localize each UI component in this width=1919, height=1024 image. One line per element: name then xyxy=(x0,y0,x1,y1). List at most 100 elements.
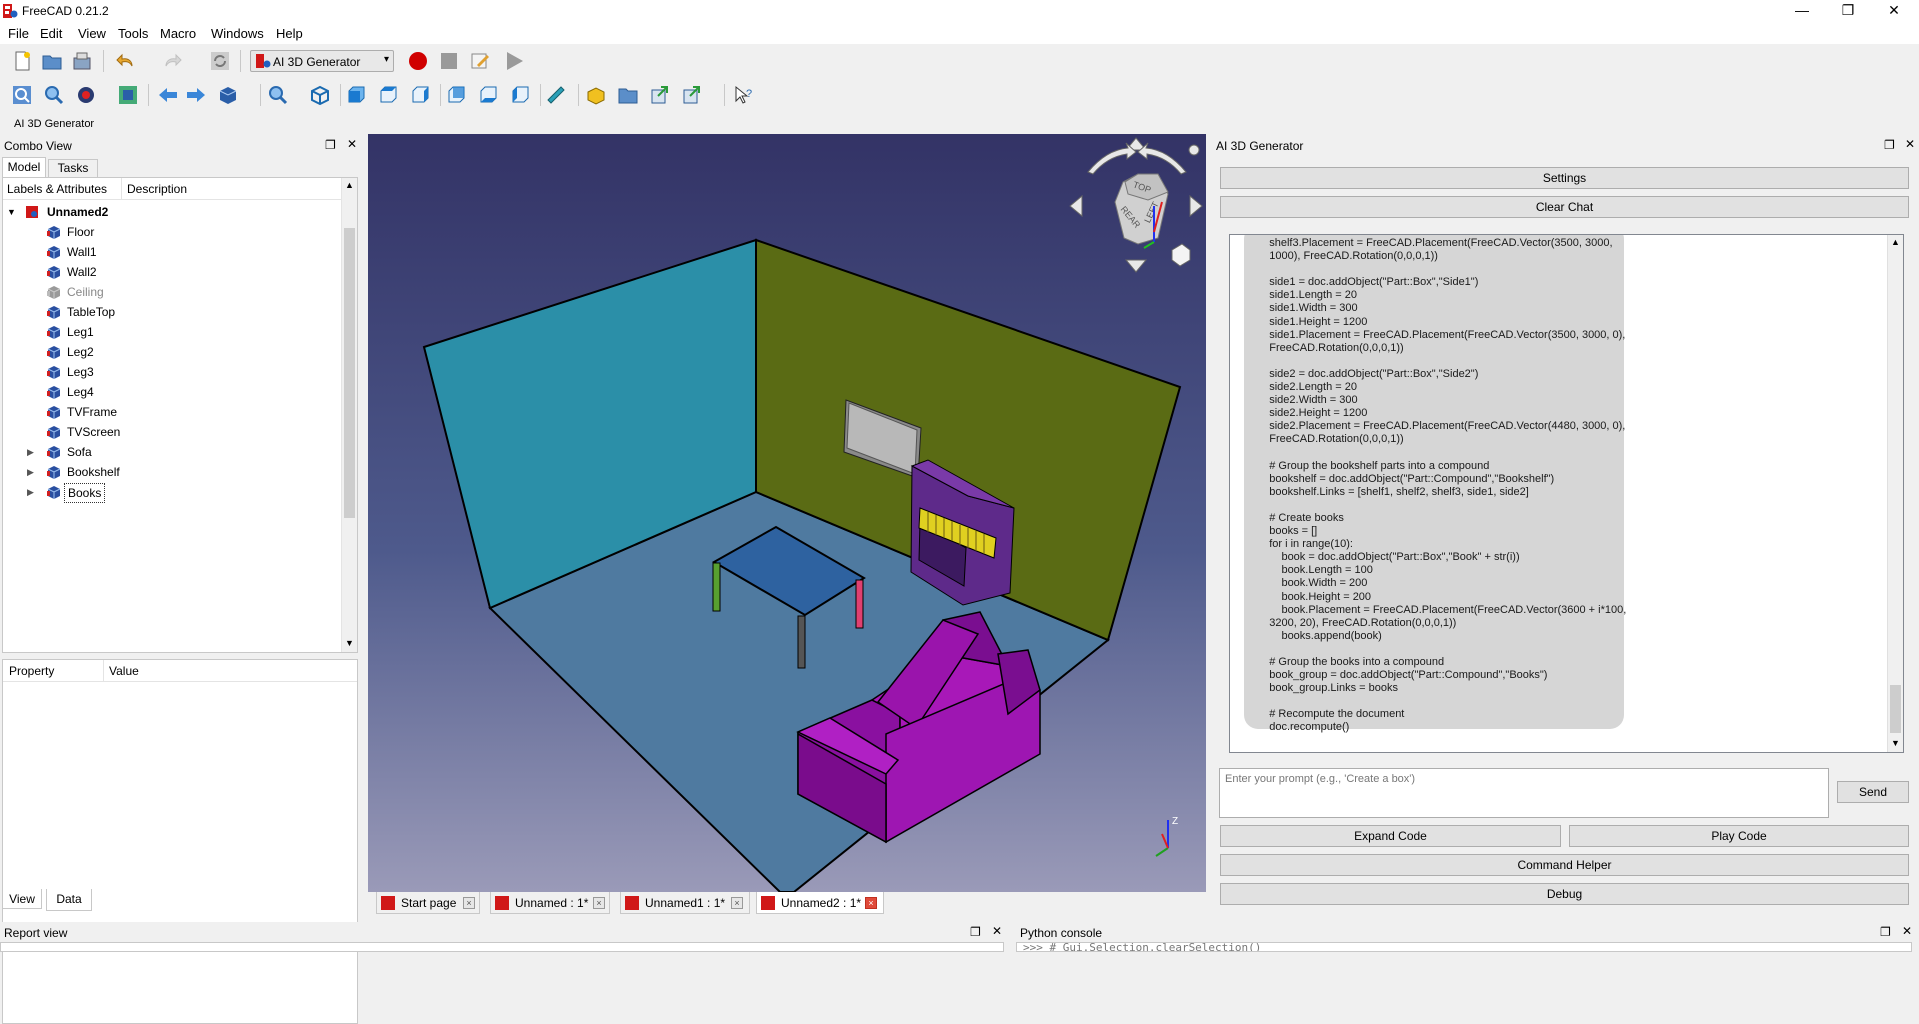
tab-unnamed1[interactable]: Unnamed1 : 1* × xyxy=(620,892,750,914)
whats-this-button[interactable]: ? xyxy=(732,83,756,107)
tab-start-page[interactable]: Start page × xyxy=(376,892,480,914)
back-button[interactable] xyxy=(156,83,180,107)
save-document-button[interactable] xyxy=(70,49,94,73)
column-value[interactable]: Value xyxy=(109,664,139,678)
chat-scrollbar[interactable]: ▲ ▼ xyxy=(1887,235,1903,752)
create-group-button[interactable] xyxy=(616,83,640,107)
menu-file[interactable]: File xyxy=(8,26,29,41)
scrollbar-thumb[interactable] xyxy=(344,228,355,518)
view-top-button[interactable] xyxy=(376,83,400,107)
view-front-button[interactable] xyxy=(344,83,368,107)
expand-arrow-icon[interactable]: ▶ xyxy=(27,442,34,462)
zoom-button[interactable] xyxy=(266,83,290,107)
view-right-button[interactable] xyxy=(408,83,432,107)
refresh-button[interactable] xyxy=(208,49,232,73)
macro-stop-button[interactable] xyxy=(437,49,461,73)
column-description[interactable]: Description xyxy=(127,182,187,196)
tab-model[interactable]: Model xyxy=(2,157,46,177)
menu-tools[interactable]: Tools xyxy=(118,26,148,41)
expand-arrow-icon[interactable]: ▼ xyxy=(7,202,16,222)
tree-item-books[interactable]: ▶ Books xyxy=(3,482,339,503)
workbench-selector[interactable]: AI 3D Generator ▾ xyxy=(250,50,394,72)
view-isometric-button[interactable] xyxy=(308,83,332,107)
chat-history[interactable]: shelf3.Placement = FreeCAD.Placement(Fre… xyxy=(1229,234,1904,753)
column-labels-attributes[interactable]: Labels & Attributes xyxy=(7,182,107,196)
macro-edit-button[interactable] xyxy=(468,49,492,73)
close-window-button[interactable]: ✕ xyxy=(1871,0,1917,22)
tab-tasks[interactable]: Tasks xyxy=(48,159,98,177)
float-panel-icon[interactable]: ❐ xyxy=(325,138,336,152)
leg3-shape[interactable] xyxy=(797,615,806,669)
menu-edit[interactable]: Edit xyxy=(40,26,62,41)
redo-button[interactable] xyxy=(160,49,184,73)
close-panel-icon[interactable]: ✕ xyxy=(992,924,1002,938)
column-property[interactable]: Property xyxy=(9,664,54,678)
scroll-down-icon[interactable]: ▼ xyxy=(1891,738,1900,748)
tree-item-leg1[interactable]: Leg1 xyxy=(3,322,339,342)
float-panel-icon[interactable]: ❐ xyxy=(1880,925,1891,939)
debug-button[interactable]: Debug xyxy=(1220,883,1909,905)
send-button[interactable]: Send xyxy=(1837,781,1909,803)
tree-scrollbar[interactable]: ▲ ▼ xyxy=(341,178,357,652)
leg1-shape[interactable] xyxy=(712,562,721,612)
scroll-down-icon[interactable]: ▼ xyxy=(345,638,354,648)
ai-toolbar-label[interactable]: AI 3D Generator xyxy=(14,118,94,130)
forward-button[interactable] xyxy=(184,83,208,107)
undo-button[interactable] xyxy=(114,49,138,73)
expand-arrow-icon[interactable]: ▶ xyxy=(27,462,34,482)
std-views-button[interactable] xyxy=(216,83,240,107)
clear-chat-button[interactable]: Clear Chat xyxy=(1220,196,1909,218)
create-part-button[interactable] xyxy=(584,83,608,107)
view-rear-button[interactable] xyxy=(444,83,468,107)
view-left-button[interactable] xyxy=(508,83,532,107)
scroll-up-icon[interactable]: ▲ xyxy=(1891,237,1900,247)
close-panel-icon[interactable]: ✕ xyxy=(1905,137,1915,151)
macro-record-button[interactable] xyxy=(406,49,430,73)
settings-button[interactable]: Settings xyxy=(1220,167,1909,189)
scroll-up-icon[interactable]: ▲ xyxy=(345,180,354,190)
command-helper-button[interactable]: Command Helper xyxy=(1220,854,1909,876)
make-link-button[interactable] xyxy=(648,83,672,107)
expand-code-button[interactable]: Expand Code xyxy=(1220,825,1561,847)
scene-canvas[interactable]: TOP REAR LEFT Z xyxy=(368,134,1206,892)
minimize-button[interactable]: — xyxy=(1779,0,1825,22)
tab-data[interactable]: Data xyxy=(46,889,92,911)
fit-all-button[interactable] xyxy=(10,83,34,107)
tab-unnamed2[interactable]: Unnamed2 : 1* × xyxy=(756,892,884,914)
chat-scrollbar-thumb[interactable] xyxy=(1890,685,1901,733)
new-document-button[interactable] xyxy=(10,49,34,73)
close-tab-icon[interactable]: × xyxy=(463,897,475,909)
menu-help[interactable]: Help xyxy=(276,26,303,41)
fit-selection-button[interactable] xyxy=(42,83,66,107)
tree-item-leg3[interactable]: Leg3 xyxy=(3,362,339,382)
measure-distance-button[interactable] xyxy=(544,83,568,107)
float-panel-icon[interactable]: ❐ xyxy=(1884,138,1895,152)
tree-item-floor[interactable]: Floor xyxy=(3,222,339,242)
tab-view[interactable]: View xyxy=(2,889,42,909)
play-code-button[interactable]: Play Code xyxy=(1569,825,1909,847)
nav-menu-icon[interactable] xyxy=(1188,144,1200,156)
tree-item-leg4[interactable]: Leg4 xyxy=(3,382,339,402)
menu-windows[interactable]: Windows xyxy=(211,26,264,41)
link-actions-button[interactable] xyxy=(680,83,704,107)
python-console-input[interactable]: >>> # Gui.Selection.clearSelection() xyxy=(1016,942,1912,952)
tree-item-wall2[interactable]: Wall2 xyxy=(3,262,339,282)
tree-item-tvscreen[interactable]: TVScreen xyxy=(3,422,339,442)
bounding-box-button[interactable] xyxy=(116,83,140,107)
tree-item-tabletop[interactable]: TableTop xyxy=(3,302,339,322)
close-tab-icon[interactable]: × xyxy=(865,897,877,909)
tree-item-wall1[interactable]: Wall1 xyxy=(3,242,339,262)
leg2-shape[interactable] xyxy=(855,579,864,629)
prompt-input[interactable]: Enter your prompt (e.g., 'Create a box') xyxy=(1219,768,1829,818)
close-tab-icon[interactable]: × xyxy=(731,897,743,909)
report-output[interactable] xyxy=(0,942,1004,952)
tree-item-tvframe[interactable]: TVFrame xyxy=(3,402,339,422)
close-panel-icon[interactable]: ✕ xyxy=(347,137,357,151)
open-document-button[interactable] xyxy=(40,49,64,73)
float-panel-icon[interactable]: ❐ xyxy=(970,925,981,939)
tab-unnamed[interactable]: Unnamed : 1* × xyxy=(490,892,610,914)
view-bottom-button[interactable] xyxy=(476,83,500,107)
tree-item-ceiling[interactable]: Ceiling xyxy=(3,282,339,302)
3d-viewport[interactable]: TOP REAR LEFT Z xyxy=(368,134,1206,892)
expand-arrow-icon[interactable]: ▶ xyxy=(27,482,34,502)
